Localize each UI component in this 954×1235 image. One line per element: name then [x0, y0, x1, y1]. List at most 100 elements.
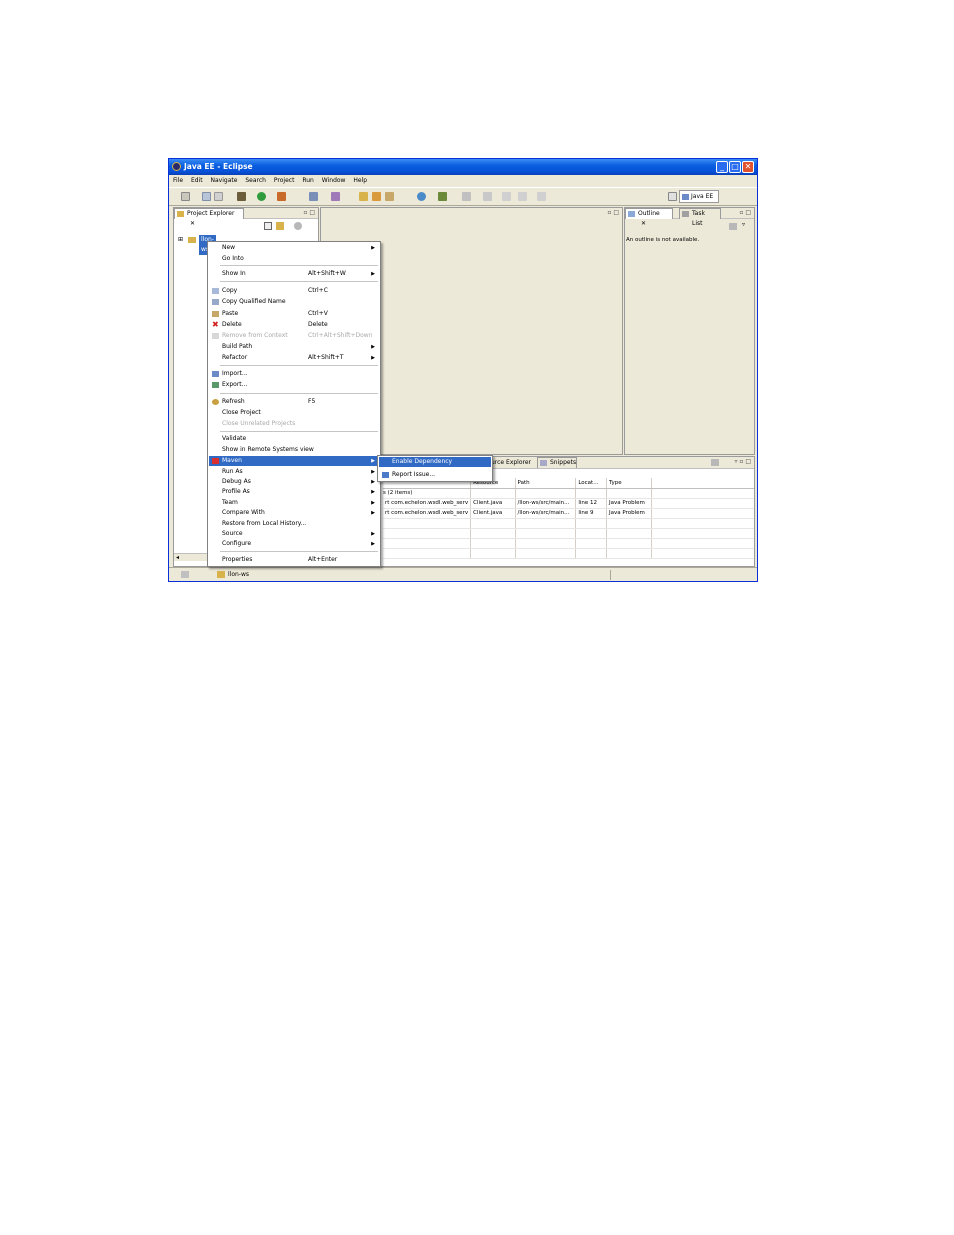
new-server-icon[interactable]	[309, 192, 318, 201]
menu-item-new[interactable]: New ▶	[209, 243, 379, 253]
column-header-path[interactable]: Path	[515, 478, 577, 489]
tree-item-project[interactable]: ⊞ llon-ws	[178, 235, 216, 255]
close-button[interactable]: ✕	[742, 161, 754, 173]
tab-snippets[interactable]: Snippets	[537, 457, 577, 468]
column-header-type[interactable]: Type	[606, 478, 652, 489]
menu-item-copy[interactable]: Copy Ctrl+C	[209, 286, 379, 296]
menu-item-configure[interactable]: Configure ▶	[209, 539, 379, 549]
menu-item-refactor[interactable]: Refactor Alt+Shift+T ▶	[209, 353, 379, 363]
perspective-java-ee[interactable]: Java EE	[679, 190, 719, 203]
table-row[interactable]: rt com.echelon.wsdl.web_serv Client.java…	[383, 498, 754, 509]
annotation-icon[interactable]	[438, 192, 447, 201]
menu-item-delete[interactable]: ✖ Delete Delete	[209, 320, 379, 330]
menu-item-enable-dependency-management[interactable]: Enable Dependency Management	[379, 457, 491, 475]
previous-annotation-icon[interactable]	[483, 192, 492, 201]
tab-project-explorer[interactable]: Project Explorer ✕	[174, 208, 244, 227]
menu-item-report-issue[interactable]: Report Issue...	[379, 470, 491, 480]
open-perspective-icon[interactable]	[668, 192, 677, 201]
menu-project[interactable]: Project	[274, 177, 295, 184]
forward-icon[interactable]	[518, 192, 527, 201]
menu-item-go-into[interactable]: Go Into	[209, 254, 379, 264]
project-folder-icon	[217, 571, 225, 578]
java-ee-perspective-icon	[682, 194, 689, 200]
menu-item-show-in-remote-systems[interactable]: Show in Remote Systems view	[209, 445, 379, 455]
menu-item-remove-from-context[interactable]: Remove from Context Ctrl+Alt+Shift+Down	[209, 331, 379, 341]
back-icon[interactable]	[502, 192, 511, 201]
menu-file[interactable]: File	[173, 177, 183, 184]
menu-item-refresh[interactable]: Refresh F5	[209, 397, 379, 407]
menu-item-debug-as[interactable]: Debug As ▶	[209, 477, 379, 487]
open-task-icon[interactable]	[372, 192, 381, 201]
maximize-button[interactable]: □	[729, 161, 741, 173]
tree-expander-icon[interactable]: ⊞	[178, 236, 183, 243]
view-menu-icon[interactable]	[294, 222, 302, 230]
save-icon[interactable]	[202, 192, 211, 201]
menu-window[interactable]: Window	[322, 177, 346, 184]
menu-item-close-project[interactable]: Close Project	[209, 408, 379, 418]
menu-help[interactable]: Help	[353, 177, 367, 184]
menu-item-source[interactable]: Source ▶	[209, 529, 379, 539]
next-annotation-icon[interactable]	[462, 192, 471, 201]
minimize-button[interactable]: _	[716, 161, 728, 173]
tab-close-icon[interactable]: ✕	[190, 220, 195, 227]
table-cell: /llon-ws/src/main...	[515, 508, 577, 519]
tab-close-icon[interactable]: ✕	[641, 220, 646, 227]
debug-icon[interactable]	[237, 192, 246, 201]
external-tools-icon[interactable]	[277, 192, 286, 201]
view-menu-icon[interactable]	[711, 459, 719, 466]
title-bar[interactable]: Java EE - Eclipse _ □ ✕	[169, 159, 757, 175]
import-icon	[212, 371, 219, 377]
menu-item-compare-with[interactable]: Compare With ▶	[209, 508, 379, 518]
menu-item-maven[interactable]: Maven ▶	[209, 456, 379, 466]
menu-item-profile-as[interactable]: Profile As ▶	[209, 487, 379, 497]
menu-item-show-in[interactable]: Show In Alt+Shift+W ▶	[209, 269, 379, 279]
search-icon[interactable]	[385, 192, 394, 201]
menu-separator	[220, 265, 378, 266]
toolbar: Java EE	[169, 187, 757, 206]
web-browser-icon[interactable]	[417, 192, 426, 201]
menu-item-label: Show in Remote Systems view	[222, 446, 314, 453]
menu-item-restore-from-local-history[interactable]: Restore from Local History...	[209, 519, 379, 529]
new-class-icon[interactable]	[331, 192, 340, 201]
view-min-max-controls[interactable]: ▿ ▫ □	[734, 458, 751, 465]
menu-item-label: Close Project	[222, 409, 261, 416]
scroll-left-icon[interactable]: ◂	[176, 554, 179, 562]
column-header-location[interactable]: Locat...	[575, 478, 607, 489]
menu-run[interactable]: Run	[302, 177, 314, 184]
menu-item-import[interactable]: Import...	[209, 369, 379, 379]
menu-item-team[interactable]: Team ▶	[209, 498, 379, 508]
new-wizard-icon[interactable]	[181, 192, 190, 201]
table-row[interactable]: rt com.echelon.wsdl.web_serv Client.java…	[383, 508, 754, 519]
open-type-icon[interactable]	[359, 192, 368, 201]
print-icon[interactable]	[214, 192, 223, 201]
chevron-down-icon[interactable]: ▿	[742, 221, 745, 228]
table-row-summary[interactable]	[383, 488, 754, 499]
menu-item-label: Go Into	[222, 255, 244, 262]
view-min-max-controls[interactable]: ▫ □	[739, 209, 751, 216]
menu-item-copy-qualified-name[interactable]: Copy Qualified Name	[209, 297, 379, 307]
submenu-arrow-icon: ▶	[371, 531, 375, 537]
collapse-all-icon[interactable]	[264, 222, 272, 230]
menu-item-export[interactable]: Export...	[209, 380, 379, 390]
editor-min-max-controls[interactable]: ▫ □	[607, 209, 619, 216]
menu-item-build-path[interactable]: Build Path ▶	[209, 342, 379, 352]
outline-message: An outline is not available.	[626, 237, 700, 243]
menu-item-run-as[interactable]: Run As ▶	[209, 467, 379, 477]
menu-item-close-unrelated-projects[interactable]: Close Unrelated Projects	[209, 419, 379, 429]
history-icon[interactable]	[537, 192, 546, 201]
run-icon[interactable]	[257, 192, 266, 201]
menu-search[interactable]: Search	[245, 177, 266, 184]
fast-view-icon[interactable]	[181, 571, 189, 578]
menu-navigate[interactable]: Navigate	[211, 177, 238, 184]
menu-item-validate[interactable]: Validate	[209, 434, 379, 444]
view-menu-icon[interactable]	[729, 223, 737, 230]
menu-item-shortcut: Ctrl+Alt+Shift+Down	[308, 332, 373, 339]
tab-outline[interactable]: Outline ✕	[625, 208, 673, 227]
tab-task-list[interactable]: Task List	[679, 208, 721, 227]
link-with-editor-icon[interactable]	[276, 222, 284, 230]
menu-item-properties[interactable]: Properties Alt+Enter	[209, 555, 379, 565]
view-min-max-controls[interactable]: ▫ □	[303, 209, 315, 216]
tab-source-explorer[interactable]: urce Explorer	[491, 459, 531, 466]
menu-edit[interactable]: Edit	[191, 177, 203, 184]
menu-item-paste[interactable]: Paste Ctrl+V	[209, 309, 379, 319]
